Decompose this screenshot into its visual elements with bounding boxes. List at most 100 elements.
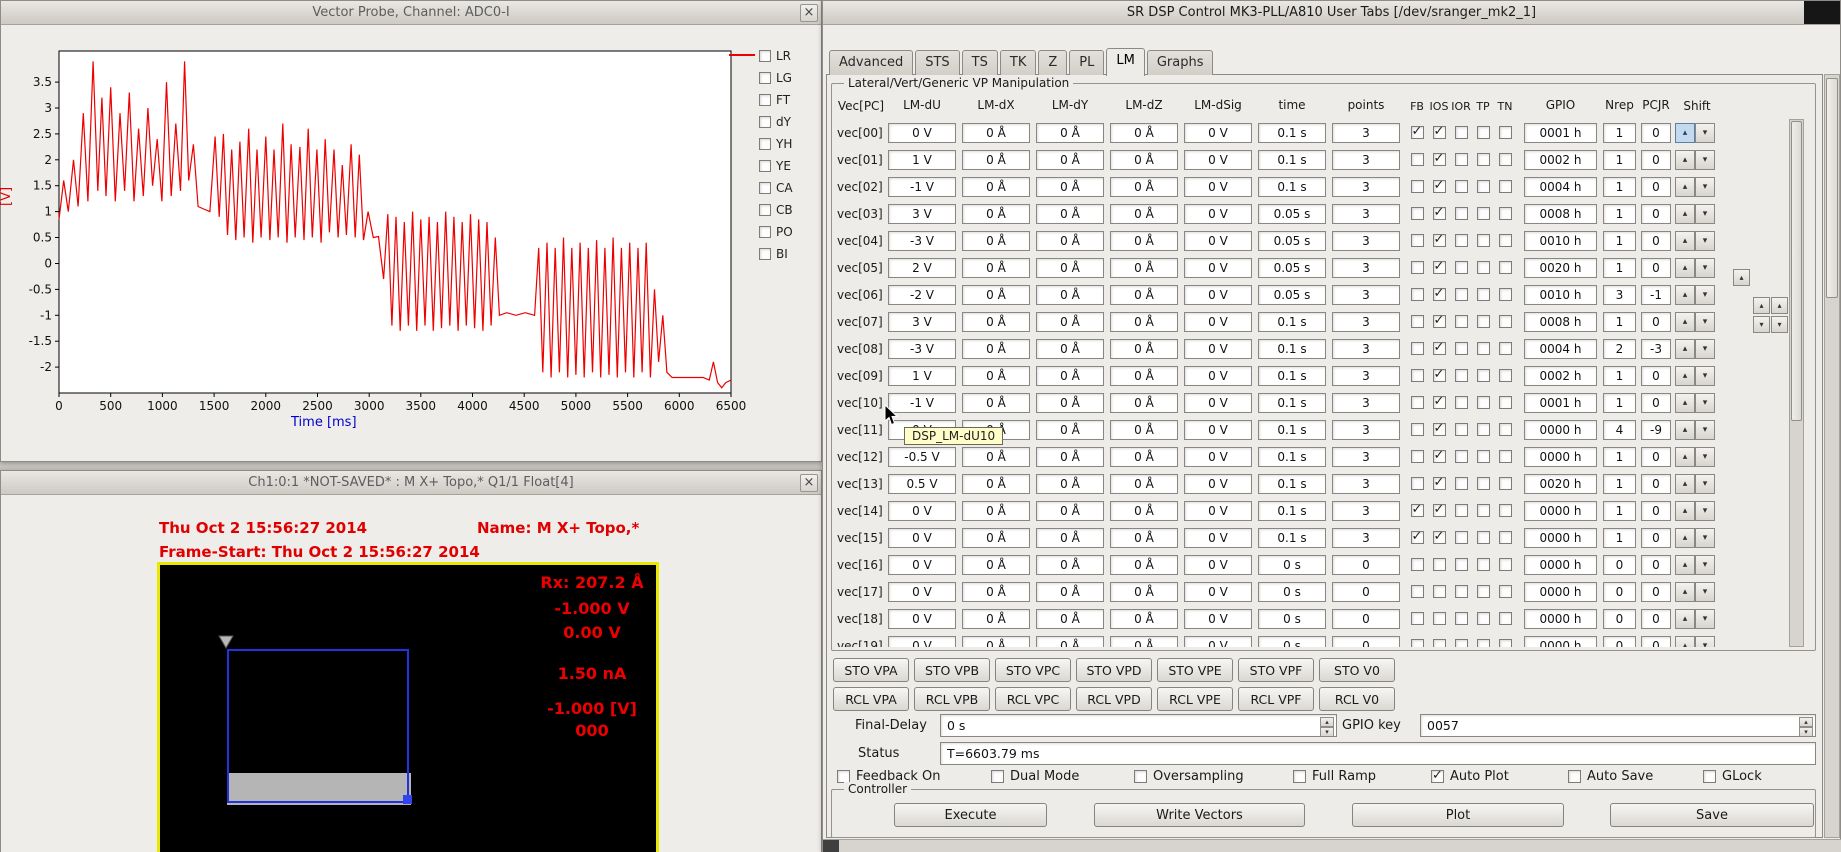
table-scrollbar[interactable] (1789, 119, 1804, 647)
gpio-entry[interactable]: 0020 h (1524, 258, 1597, 278)
shift-up-button[interactable]: ▴ (1675, 393, 1695, 413)
pcjr-entry[interactable]: 0 (1641, 312, 1671, 332)
nrep-entry[interactable]: 1 (1603, 204, 1636, 224)
tab-z[interactable]: Z (1038, 50, 1067, 75)
shift-down-button[interactable]: ▾ (1695, 636, 1715, 648)
du-entry[interactable]: 0 V (888, 123, 956, 143)
sto-vpe-button[interactable]: STO VPE (1157, 658, 1233, 682)
ios-checkbox[interactable] (1433, 342, 1446, 355)
tn-checkbox[interactable] (1499, 261, 1512, 274)
dsig-entry[interactable]: 0 V (1184, 393, 1252, 413)
fb-checkbox[interactable] (1411, 477, 1424, 490)
shift-up-button[interactable]: ▴ (1675, 204, 1695, 224)
nrep-entry[interactable]: 0 (1603, 636, 1636, 648)
spin-up-icon[interactable]: ▴ (1799, 717, 1813, 727)
time-entry[interactable]: 0.1 s (1258, 447, 1326, 467)
fb-checkbox[interactable] (1411, 612, 1424, 625)
shift-down-button[interactable]: ▾ (1695, 285, 1715, 305)
fb-checkbox[interactable] (1411, 153, 1424, 166)
shift-down-button[interactable]: ▾ (1695, 366, 1715, 386)
tn-checkbox[interactable] (1499, 234, 1512, 247)
ios-checkbox[interactable] (1433, 639, 1446, 647)
gpio-entry[interactable]: 0004 h (1524, 339, 1597, 359)
fb-checkbox[interactable] (1411, 504, 1424, 517)
dx-entry[interactable]: 0 Å (962, 582, 1030, 602)
gpio-entry[interactable]: 0010 h (1524, 285, 1597, 305)
legend-item-yh[interactable]: YH (759, 133, 793, 155)
time-entry[interactable]: 0.1 s (1258, 366, 1326, 386)
legend-checkbox-ft[interactable] (759, 94, 771, 106)
dy-entry[interactable]: 0 Å (1036, 204, 1104, 224)
ior-checkbox[interactable] (1455, 261, 1468, 274)
time-entry[interactable]: 0 s (1258, 636, 1326, 648)
rcl-v0-button[interactable]: RCL V0 (1319, 687, 1395, 711)
du-entry[interactable]: 0 V (888, 609, 956, 629)
legend-checkbox-ca[interactable] (759, 182, 771, 194)
shift-up-button[interactable]: ▴ (1675, 339, 1695, 359)
dx-entry[interactable]: 0 Å (962, 150, 1030, 170)
points-entry[interactable]: 0 (1332, 555, 1400, 575)
shift-up-all-button[interactable]: ▴ (1771, 297, 1788, 314)
pcjr-entry[interactable]: 0 (1641, 258, 1671, 278)
legend-item-po[interactable]: PO (759, 221, 793, 243)
gpio-entry[interactable]: 0000 h (1524, 609, 1597, 629)
shift-down-button[interactable]: ▾ (1695, 150, 1715, 170)
shift-up-button[interactable]: ▴ (1675, 312, 1695, 332)
shift-up-button[interactable]: ▴ (1675, 501, 1695, 521)
fb-checkbox[interactable] (1411, 531, 1424, 544)
nrep-entry[interactable]: 1 (1603, 258, 1636, 278)
option-glock[interactable]: GLock (1703, 769, 1762, 784)
tn-checkbox[interactable] (1499, 585, 1512, 598)
table-scrollbar-thumb[interactable] (1791, 121, 1802, 421)
legend-checkbox-ye[interactable] (759, 160, 771, 172)
ios-checkbox[interactable] (1433, 315, 1446, 328)
tp-checkbox[interactable] (1477, 423, 1490, 436)
dx-entry[interactable]: 0 Å (962, 528, 1030, 548)
ior-checkbox[interactable] (1455, 396, 1468, 409)
gpio-entry[interactable]: 0001 h (1524, 393, 1597, 413)
dz-entry[interactable]: 0 Å (1110, 312, 1178, 332)
dy-entry[interactable]: 0 Å (1036, 231, 1104, 251)
shift-down-button[interactable]: ▾ (1695, 312, 1715, 332)
points-entry[interactable]: 3 (1332, 366, 1400, 386)
time-entry[interactable]: 0.1 s (1258, 393, 1326, 413)
tp-checkbox[interactable] (1477, 315, 1490, 328)
shift-down-button[interactable]: ▾ (1695, 393, 1715, 413)
du-entry[interactable]: -2 V (888, 285, 956, 305)
tn-checkbox[interactable] (1499, 153, 1512, 166)
option-auto-plot[interactable]: Auto Plot (1431, 769, 1509, 784)
dy-entry[interactable]: 0 Å (1036, 258, 1104, 278)
time-entry[interactable]: 0 s (1258, 555, 1326, 575)
dsig-entry[interactable]: 0 V (1184, 231, 1252, 251)
tab-pl[interactable]: PL (1069, 50, 1104, 75)
rcl-vpe-button[interactable]: RCL VPE (1157, 687, 1233, 711)
points-entry[interactable]: 3 (1332, 474, 1400, 494)
ios-checkbox[interactable] (1433, 504, 1446, 517)
fb-checkbox[interactable] (1411, 558, 1424, 571)
du-entry[interactable]: 3 V (888, 204, 956, 224)
rcl-vpa-button[interactable]: RCL VPA (833, 687, 909, 711)
sto-vpb-button[interactable]: STO VPB (914, 658, 990, 682)
dsig-entry[interactable]: 0 V (1184, 420, 1252, 440)
points-entry[interactable]: 3 (1332, 312, 1400, 332)
ior-checkbox[interactable] (1455, 531, 1468, 544)
du-entry[interactable]: -1 V (888, 393, 956, 413)
dz-entry[interactable]: 0 Å (1110, 123, 1178, 143)
sto-vpa-button[interactable]: STO VPA (833, 658, 909, 682)
nrep-entry[interactable]: 1 (1603, 528, 1636, 548)
shift-up-button[interactable]: ▴ (1675, 177, 1695, 197)
tp-checkbox[interactable] (1477, 477, 1490, 490)
dy-entry[interactable]: 0 Å (1036, 312, 1104, 332)
points-entry[interactable]: 3 (1332, 501, 1400, 521)
dy-entry[interactable]: 0 Å (1036, 582, 1104, 602)
nrep-entry[interactable]: 0 (1603, 582, 1636, 602)
option-checkbox[interactable] (1568, 770, 1581, 783)
shift-down-button[interactable]: ▾ (1695, 177, 1715, 197)
tab-lm[interactable]: LM (1106, 48, 1144, 76)
dy-entry[interactable]: 0 Å (1036, 636, 1104, 648)
du-entry[interactable]: 0.5 V (888, 474, 956, 494)
gpio-entry[interactable]: 0002 h (1524, 150, 1597, 170)
ior-checkbox[interactable] (1455, 450, 1468, 463)
nrep-entry[interactable]: 2 (1603, 339, 1636, 359)
fb-checkbox[interactable] (1411, 639, 1424, 647)
